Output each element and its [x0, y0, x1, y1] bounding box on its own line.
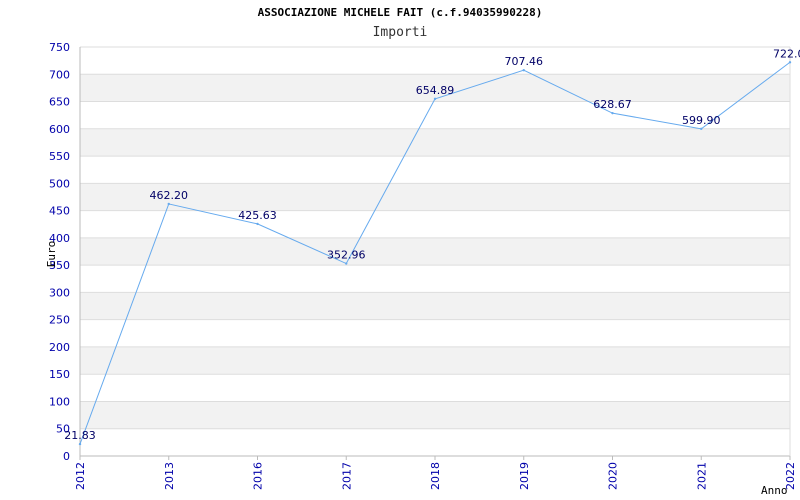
data-label: 628.67 — [593, 98, 632, 111]
data-label: 722.0 — [773, 47, 800, 60]
x-axis-label: Anno — [761, 484, 788, 497]
y-tick-label: 0 — [63, 450, 70, 463]
grid-band — [80, 292, 790, 320]
data-point — [522, 68, 525, 72]
y-tick-label: 450 — [49, 205, 70, 218]
grid-band — [80, 401, 790, 429]
y-tick-label: 600 — [49, 123, 70, 136]
data-point — [167, 202, 170, 206]
grid-band — [80, 47, 790, 75]
x-tick-label: 2020 — [607, 462, 620, 490]
data-point — [433, 97, 437, 101]
data-point — [611, 111, 614, 115]
y-axis-label: Euro — [45, 241, 58, 268]
grid-band — [80, 265, 790, 293]
y-tick-label: 550 — [49, 150, 70, 163]
x-tick-label: 2017 — [340, 462, 353, 490]
x-tick-label: 2016 — [252, 462, 265, 490]
y-tick-label: 250 — [49, 314, 70, 327]
grid-band — [80, 346, 790, 375]
x-tick-label: 2013 — [163, 462, 176, 490]
y-tick-label: 200 — [49, 341, 70, 354]
data-label: 599.90 — [682, 114, 721, 127]
grid-band — [80, 210, 790, 238]
data-point — [788, 61, 792, 64]
data-point — [700, 127, 703, 131]
x-tick-label: 2018 — [429, 462, 442, 490]
line-chart: 0501001502002503003504004505005506006507… — [45, 41, 800, 497]
grid-band — [80, 319, 790, 347]
x-tick-label: 2012 — [74, 462, 87, 490]
data-label: 654.89 — [416, 84, 455, 97]
data-label: 21.83 — [64, 429, 96, 442]
y-tick-label: 300 — [49, 286, 70, 299]
y-tick-label: 650 — [49, 96, 70, 109]
y-tick-label: 750 — [49, 41, 70, 54]
data-label: 425.63 — [238, 209, 277, 222]
grid-band — [80, 128, 790, 157]
x-tick-label: 2019 — [518, 462, 531, 490]
grid-band — [80, 237, 790, 266]
data-point — [256, 222, 259, 226]
data-label: 462.20 — [150, 189, 189, 202]
grid-band — [80, 156, 790, 184]
x-tick-label: 2021 — [695, 462, 708, 490]
data-label: 707.46 — [505, 55, 544, 68]
y-tick-label: 700 — [49, 68, 70, 81]
grid-band — [80, 374, 790, 402]
grid-band — [80, 428, 790, 456]
y-tick-label: 100 — [49, 395, 70, 408]
data-point — [345, 262, 348, 265]
y-tick-label: 500 — [49, 177, 70, 190]
y-tick-label: 150 — [49, 368, 70, 381]
data-point — [78, 442, 82, 446]
data-label: 352.96 — [327, 249, 366, 262]
